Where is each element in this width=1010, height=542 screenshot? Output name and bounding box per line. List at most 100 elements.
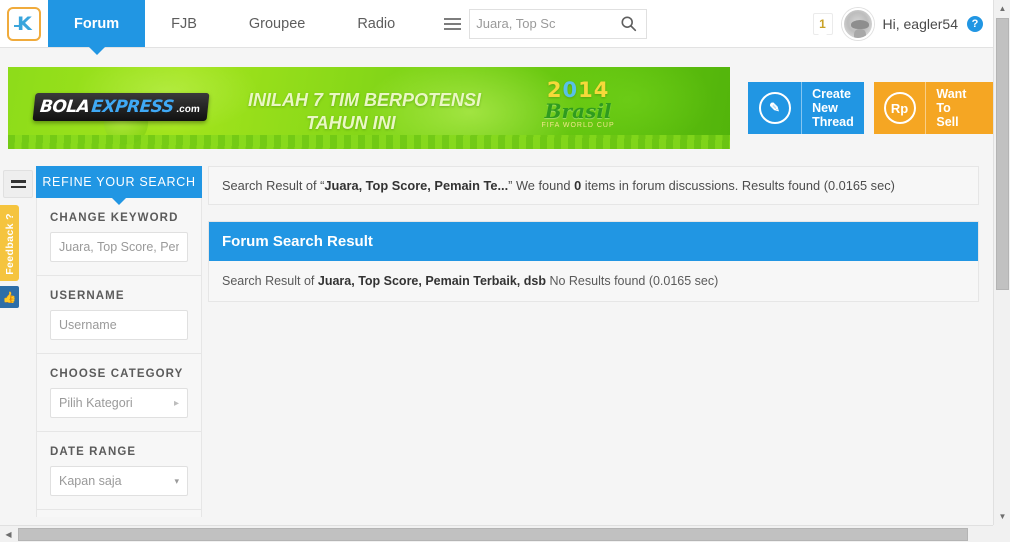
nav-item-groupee[interactable]: Groupee: [223, 0, 331, 47]
vertical-scrollbar-thumb[interactable]: [996, 18, 1009, 290]
world-cup-subtitle: FIFA WORLD CUP: [541, 122, 615, 129]
search-input[interactable]: [470, 10, 612, 37]
feedback-tab[interactable]: Feedback ?: [0, 205, 19, 281]
banner-headline-line1: INILAH 7 TIM BERPOTENSI: [248, 90, 482, 110]
feedback-tab-label: Feedback ?: [3, 213, 16, 275]
refine-search-card: CHANGE KEYWORD USERNAME CHOOSE CATEGORY …: [36, 198, 202, 517]
cta-button-group: ✎ Create New Thread Rp Want To Sell: [748, 82, 993, 134]
want-to-sell-button[interactable]: Rp Want To Sell: [873, 82, 993, 134]
rupiah-glyph: Rp: [890, 100, 909, 116]
filter-username-label: USERNAME: [50, 290, 125, 302]
scroll-up-arrow-icon[interactable]: ▲: [994, 0, 1010, 17]
horizontal-scrollbar[interactable]: ◀ ▶: [0, 525, 1010, 542]
help-question-icon[interactable]: ?: [967, 15, 983, 32]
user-greeting: Hi, eagler54: [882, 15, 959, 32]
banner-row: BOLA EXPRESS .com INILAH 7 TIM BERPOTENS…: [8, 56, 993, 160]
logo-k-glyph: K: [17, 12, 32, 35]
filter-date-range-label: DATE RANGE: [50, 446, 137, 458]
world-cup-logo: 2014 Brasil FIFA WORLD CUP: [518, 79, 638, 145]
nav-item-fjb-label: FJB: [171, 15, 197, 32]
pencil-icon: ✎: [758, 92, 791, 124]
filter-change-keyword: CHANGE KEYWORD: [37, 198, 201, 276]
left-rail: [0, 166, 36, 198]
advertisement-banner[interactable]: BOLA EXPRESS .com INILAH 7 TIM BERPOTENS…: [8, 67, 731, 149]
choose-category-select[interactable]: Pilih Kategori ▸: [50, 388, 188, 418]
filter-choose-category: CHOOSE CATEGORY Pilih Kategori ▸: [37, 354, 201, 432]
search-result-summary-bar: Search Result of “Juara, Top Score, Pema…: [208, 166, 979, 205]
menu-hamburger-icon[interactable]: [435, 9, 469, 39]
filter-choose-category-label: CHOOSE CATEGORY: [50, 368, 184, 380]
result-summary-middle: ” We found: [508, 178, 575, 193]
panel-body-query: Juara, Top Score, Pemain Terbaik, dsb: [317, 274, 546, 288]
sidebar-toggle-hamburger-icon[interactable]: [3, 170, 33, 198]
pencil-glyph: ✎: [769, 100, 781, 115]
want-to-sell-label: Want To Sell: [936, 87, 967, 129]
page-body: REFINE YOUR SEARCH CHANGE KEYWORD USERNA…: [0, 166, 993, 517]
thumbs-up-icon[interactable]: 👍: [0, 286, 19, 308]
create-new-thread-label: Create New Thread: [812, 87, 854, 129]
bolaexpress-logo-express: EXPRESS: [90, 97, 175, 117]
forum-search-result-body: Search Result of Juara, Top Score, Pemai…: [209, 261, 978, 301]
chevron-right-icon: ▸: [173, 397, 179, 409]
forum-search-result-panel: Forum Search Result Search Result of Jua…: [208, 221, 979, 302]
main-nav-items: Forum FJB Groupee Radio: [48, 0, 421, 47]
bolaexpress-logo-domain: .com: [175, 104, 201, 115]
thumbs-up-glyph: 👍: [2, 291, 17, 304]
site-logo[interactable]: K: [0, 0, 48, 48]
avatar[interactable]: [841, 7, 874, 40]
nav-item-groupee-label: Groupee: [248, 15, 306, 32]
bolaexpress-logo-bola: BOLA: [38, 97, 91, 117]
forum-search-result-title: Forum Search Result: [209, 222, 978, 261]
header-user-zone: 1 Hi, eagler54 ?: [812, 0, 994, 47]
date-range-value: Kapan saja: [59, 474, 122, 488]
result-summary-query: Juara, Top Score, Pemain Te...: [324, 178, 509, 193]
page-content: K Forum FJB Groupee Radio Juara, Top Sc …: [0, 0, 993, 517]
chevron-down-icon: ▾: [174, 475, 179, 486]
kaskus-logo-icon: K: [7, 7, 41, 41]
hamburger-line: [443, 17, 461, 20]
nav-item-radio-label: Radio: [357, 15, 396, 32]
filter-username: USERNAME: [37, 276, 201, 354]
help-label: ?: [971, 17, 979, 30]
search-box: [469, 8, 612, 39]
username-input[interactable]: [50, 310, 188, 340]
create-new-thread-button[interactable]: ✎ Create New Thread: [748, 82, 864, 134]
rupiah-icon: Rp: [883, 92, 916, 124]
create-thread-icon-wrap: ✎: [748, 82, 803, 134]
scrollbar-corner: [993, 525, 1010, 542]
refine-search-header[interactable]: REFINE YOUR SEARCH: [36, 166, 202, 198]
result-summary-suffix: items in forum discussions. Results foun…: [581, 178, 895, 193]
hamburger-line: [10, 180, 26, 183]
want-to-sell-icon-wrap: Rp: [874, 82, 927, 134]
search-icon: [621, 16, 637, 32]
search-submit-button[interactable]: [611, 8, 648, 39]
top-navigation-bar: K Forum FJB Groupee Radio Juara, Top Sc …: [0, 0, 993, 48]
notification-count: 1: [819, 16, 826, 31]
filter-change-keyword-label: CHANGE KEYWORD: [50, 212, 179, 224]
nav-item-forum[interactable]: Forum: [48, 0, 146, 47]
panel-body-suffix: No Results found (0.0165 sec): [545, 274, 719, 288]
nav-item-forum-label: Forum: [74, 15, 120, 32]
horizontal-scrollbar-thumb[interactable]: [18, 528, 968, 541]
nav-item-radio[interactable]: Radio: [331, 0, 421, 47]
hamburger-line: [10, 185, 26, 188]
scroll-left-arrow-icon[interactable]: ◀: [0, 526, 17, 542]
bolaexpress-logo: BOLA EXPRESS .com: [32, 93, 210, 121]
refine-search-sidebar: REFINE YOUR SEARCH CHANGE KEYWORD USERNA…: [36, 166, 202, 517]
header-search-zone: [435, 0, 648, 47]
panel-body-prefix: Search Result of: [222, 274, 318, 288]
hamburger-line: [443, 27, 461, 30]
result-summary-prefix: Search Result of “: [222, 178, 325, 193]
hamburger-line: [443, 22, 461, 25]
scroll-down-arrow-icon[interactable]: ▼: [994, 508, 1010, 525]
nav-item-fjb[interactable]: FJB: [145, 0, 223, 47]
date-range-select[interactable]: Kapan saja ▾: [50, 466, 188, 496]
world-cup-title: Brasil: [544, 99, 612, 123]
refine-submit-block: Refine Search: [37, 510, 201, 517]
notification-badge[interactable]: 1: [812, 12, 833, 39]
choose-category-value: Pilih Kategori: [59, 396, 133, 410]
change-keyword-input[interactable]: [50, 232, 188, 262]
vertical-scrollbar[interactable]: ▲ ▼: [993, 0, 1010, 525]
filter-date-range: DATE RANGE Kapan saja ▾: [37, 432, 201, 510]
world-cup-year: 2014: [518, 79, 638, 101]
